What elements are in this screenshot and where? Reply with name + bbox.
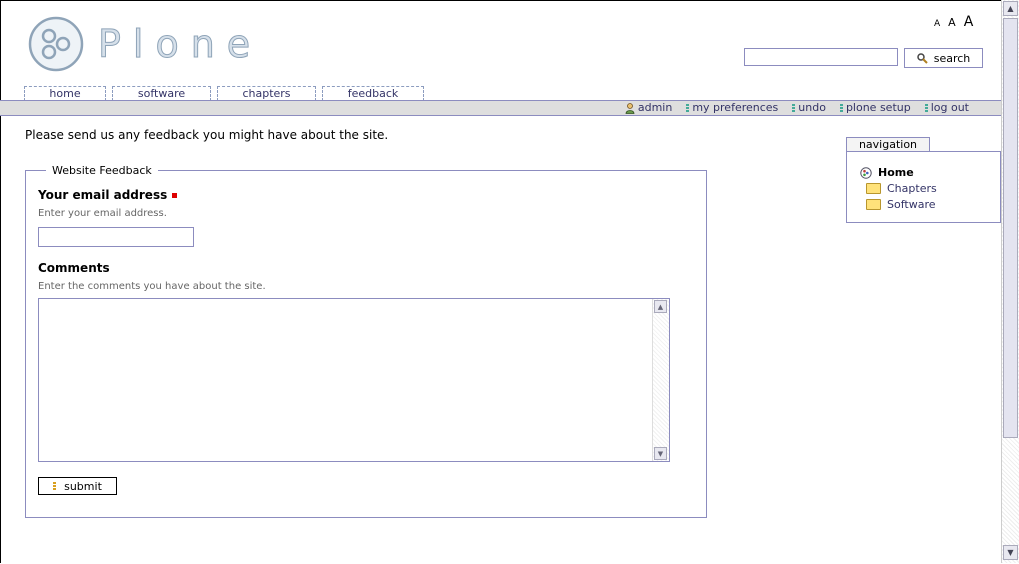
comments-textarea[interactable]: ▲ ▼: [38, 298, 670, 462]
personal-bar-preferences[interactable]: my preferences: [686, 101, 778, 115]
admin-link: admin: [637, 101, 673, 114]
scroll-up-icon[interactable]: ▲: [654, 300, 667, 313]
page-scrollbar[interactable]: ▲ ▼: [1001, 0, 1019, 563]
textarea-scrollbar[interactable]: ▲ ▼: [652, 299, 669, 461]
submit-label: submit: [64, 479, 102, 493]
undo-link: undo: [798, 101, 826, 114]
personal-bar-plone-setup[interactable]: plone setup: [839, 101, 911, 115]
scroll-down-icon[interactable]: ▼: [654, 447, 667, 460]
navigation-portlet: Home Chapters Software: [846, 151, 1001, 223]
nav-home-label: Home: [878, 166, 914, 179]
navigation-portlet-title: navigation: [846, 137, 930, 152]
feedback-fieldset: Website Feedback Your email address Ente…: [25, 164, 707, 518]
search-input[interactable]: [744, 48, 898, 66]
main-tabs: home software chapters feedback: [24, 86, 430, 101]
plone-setup-link: plone setup: [845, 101, 911, 114]
comments-help: Enter the comments you have about the si…: [38, 281, 266, 292]
tab-chapters[interactable]: chapters: [217, 86, 316, 101]
intro-text: Please send us any feedback you might ha…: [25, 128, 389, 142]
folder-icon: [866, 199, 881, 210]
required-icon: [172, 193, 178, 198]
comments-label: Comments: [38, 261, 110, 275]
personal-bar-undo[interactable]: undo: [792, 101, 826, 115]
bullet-icon: [839, 104, 843, 112]
fieldset-legend: Website Feedback: [46, 164, 158, 177]
search-button-label: search: [933, 51, 971, 65]
bullet-icon: [924, 104, 928, 112]
text-size-large-link[interactable]: A: [964, 14, 974, 30]
search-button[interactable]: search: [904, 48, 983, 68]
personal-bar: admin my preferences undo plone setup lo…: [0, 100, 1001, 116]
nav-item-home[interactable]: Home: [860, 166, 914, 179]
email-label: Your email address: [38, 188, 178, 202]
email-help: Enter your email address.: [38, 208, 167, 219]
scroll-down-icon[interactable]: ▼: [1003, 545, 1018, 560]
tab-home[interactable]: home: [24, 86, 106, 101]
nav-chapters-label: Chapters: [887, 182, 937, 195]
text-size-controls: A A A: [934, 14, 973, 30]
submit-button[interactable]: submit: [38, 477, 117, 495]
tab-feedback[interactable]: feedback: [322, 86, 424, 101]
nav-item-chapters[interactable]: Chapters: [866, 182, 937, 195]
scroll-up-icon[interactable]: ▲: [1003, 1, 1018, 16]
arrow-icon: [53, 482, 57, 490]
scrollbar-thumb[interactable]: [1003, 18, 1018, 438]
personal-bar-log-out[interactable]: log out: [924, 101, 969, 115]
personal-bar-admin[interactable]: admin: [625, 101, 672, 115]
bullet-icon: [686, 104, 690, 112]
user-icon: [625, 102, 635, 114]
email-field[interactable]: [38, 227, 194, 247]
log-out-link: log out: [930, 101, 969, 114]
nav-software-label: Software: [887, 198, 936, 211]
search-icon: [916, 52, 928, 64]
logo-text: Plone: [97, 22, 263, 67]
text-size-medium-link[interactable]: A: [948, 16, 956, 29]
email-label-text: Your email address: [38, 188, 168, 202]
preferences-link: my preferences: [692, 101, 779, 114]
text-size-small-link[interactable]: A: [934, 19, 940, 29]
folder-icon: [866, 183, 881, 194]
home-icon: [860, 166, 872, 179]
tab-software[interactable]: software: [112, 86, 211, 101]
plone-logo-icon: [28, 16, 84, 72]
bullet-icon: [792, 104, 796, 112]
nav-item-software[interactable]: Software: [866, 198, 936, 211]
site-logo[interactable]: Plone: [28, 14, 262, 74]
